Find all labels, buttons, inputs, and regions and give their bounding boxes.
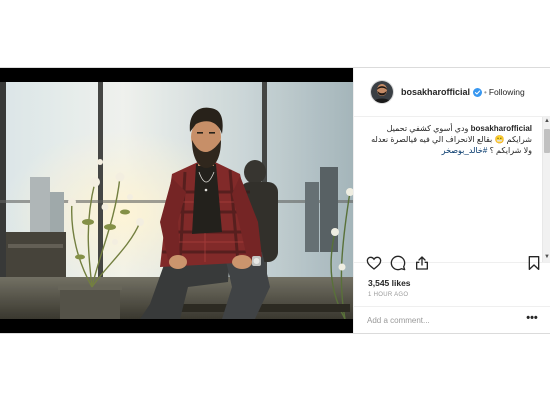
caption-area: bosakharofficial ودي أسوي كشفي تحميل شرا… bbox=[354, 117, 550, 263]
post-caption: bosakharofficial ودي أسوي كشفي تحميل شرا… bbox=[370, 123, 532, 156]
avatar[interactable] bbox=[370, 80, 394, 104]
post-header: bosakharofficial • Following bbox=[354, 68, 550, 117]
more-options-button[interactable]: ••• bbox=[525, 313, 539, 326]
follow-button[interactable]: Following bbox=[489, 87, 525, 97]
scroll-down-arrow-icon[interactable]: ▼ bbox=[543, 253, 550, 262]
comment-icon[interactable] bbox=[390, 255, 406, 271]
comment-input[interactable] bbox=[364, 312, 520, 328]
caption-hashtag[interactable]: #خالد_بوصخر bbox=[442, 146, 488, 155]
caption-scrollbar[interactable]: ▲ ▼ bbox=[542, 117, 550, 262]
verified-badge-icon bbox=[473, 87, 483, 97]
caption-username[interactable]: bosakharofficial bbox=[471, 124, 532, 133]
post-username[interactable]: bosakharofficial bbox=[401, 87, 470, 97]
header-separator: • bbox=[484, 87, 487, 97]
bookmark-icon[interactable] bbox=[526, 255, 542, 271]
comment-bar: ••• bbox=[354, 306, 550, 334]
action-bar bbox=[366, 255, 542, 275]
scroll-up-arrow-icon[interactable]: ▲ bbox=[543, 117, 550, 126]
heart-icon[interactable] bbox=[366, 255, 382, 271]
avatar-image bbox=[371, 81, 393, 103]
scroll-thumb[interactable] bbox=[544, 129, 550, 153]
post-timestamp[interactable]: 1 HOUR AGO bbox=[368, 292, 408, 298]
likes-count[interactable]: 3,545 likes bbox=[368, 278, 411, 288]
post-photo[interactable] bbox=[0, 82, 353, 319]
post-photo-frame[interactable] bbox=[0, 68, 353, 333]
instagram-post: bosakharofficial • Following bosakharoff… bbox=[0, 67, 550, 334]
post-side-panel: bosakharofficial • Following bosakharoff… bbox=[353, 68, 550, 333]
share-icon[interactable] bbox=[414, 255, 430, 271]
